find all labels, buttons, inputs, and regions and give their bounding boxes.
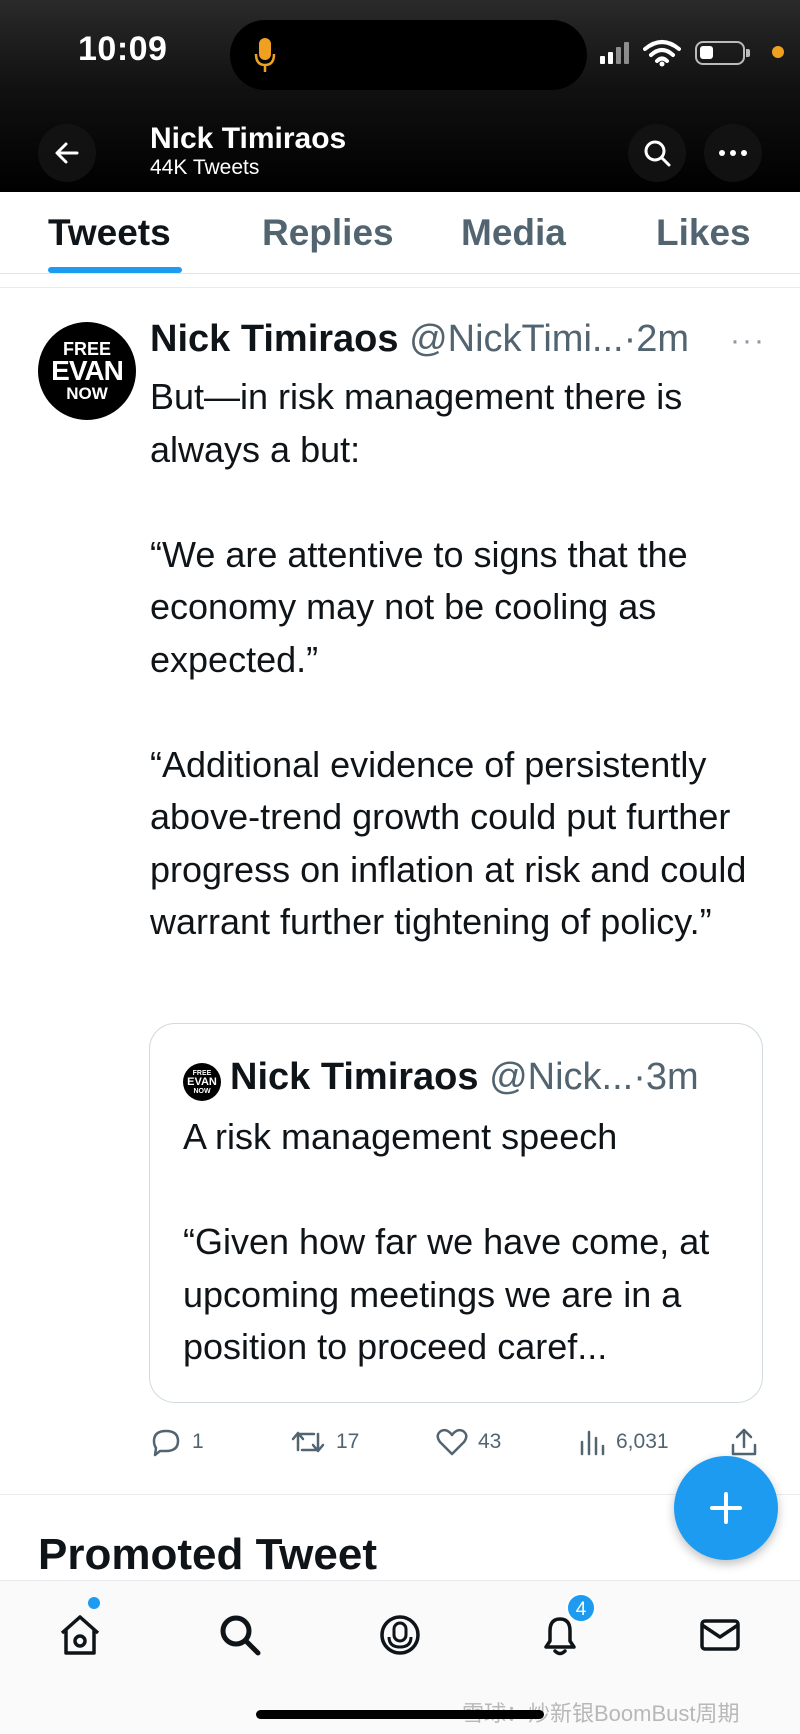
share-button[interactable] [730, 1424, 758, 1460]
tweet-text: But—in risk management there is always a… [150, 376, 747, 942]
quoted-tweet-author-name: Nick Timiraos [230, 1056, 479, 1098]
retweet-icon [291, 1431, 325, 1453]
like-button[interactable]: 43 [436, 1424, 501, 1460]
tab-tweets[interactable]: Tweets [48, 212, 171, 254]
tweet-author-handle[interactable]: @NickTimi... [409, 318, 623, 360]
quoted-tweet-header: Nick Timiraos @Nick...·3m [230, 1056, 699, 1099]
status-icons [600, 38, 750, 68]
tab-media[interactable]: Media [461, 212, 566, 254]
profile-header: 10:09 Nick Timiraos 44K Tweets [0, 0, 800, 192]
compose-tweet-button[interactable] [674, 1456, 778, 1560]
battery-icon [695, 41, 750, 65]
avatar[interactable]: FREE EVAN NOW [38, 322, 136, 420]
signal-icon [600, 42, 629, 64]
retweet-button[interactable]: 17 [290, 1424, 359, 1460]
quoted-avatar-text-line-3: NOW [193, 1088, 211, 1095]
reply-icon [152, 1429, 180, 1457]
tab-likes[interactable]: Likes [656, 212, 751, 254]
avatar-text-line-3: NOW [66, 384, 108, 403]
home-icon[interactable] [56, 1611, 104, 1659]
analytics-icon [580, 1430, 605, 1456]
back-button[interactable] [38, 124, 96, 182]
active-tab-indicator [48, 267, 182, 273]
status-time: 10:09 [78, 30, 168, 68]
header-profile-name: Nick Timiraos [150, 122, 347, 155]
promoted-tweet-heading: Promoted Tweet [38, 1530, 378, 1579]
spaces-icon[interactable] [376, 1611, 424, 1659]
home-unread-dot [88, 1597, 100, 1609]
search-icon[interactable] [216, 1611, 264, 1659]
search-icon [644, 140, 671, 167]
quoted-tweet-text: A risk management speech “Given how far … [183, 1116, 710, 1367]
microphone-icon [254, 38, 276, 72]
views-button[interactable]: 6,031 [578, 1424, 669, 1460]
dynamic-island [230, 20, 587, 90]
reply-button[interactable]: 1 [150, 1424, 204, 1460]
header-tweet-count: 44K Tweets [150, 156, 260, 179]
tweet-more-button[interactable]: ··· [730, 324, 766, 358]
quoted-tweet-timestamp: ·3m [633, 1056, 699, 1098]
wifi-icon [643, 40, 681, 67]
retweet-count: 17 [336, 1430, 360, 1453]
tweet-timestamp[interactable]: ·2m [624, 318, 689, 360]
divider [0, 287, 800, 288]
quoted-avatar-text-line-2: EVAN [187, 1076, 217, 1088]
like-count: 43 [478, 1430, 502, 1453]
tweet-author-name[interactable]: Nick Timiraos [150, 318, 399, 360]
arrow-left-icon [55, 142, 79, 164]
tweet-header: Nick Timiraos @NickTimi...·2m [150, 318, 689, 368]
notification-badge: 4 [566, 1593, 596, 1623]
reply-count: 1 [192, 1430, 204, 1453]
plus-icon [710, 1492, 742, 1524]
more-horizontal-icon [719, 150, 747, 156]
quoted-tweet-author-handle: @Nick... [489, 1056, 634, 1098]
mail-icon[interactable] [696, 1611, 744, 1659]
tab-replies[interactable]: Replies [262, 212, 394, 254]
avatar-text-line-2: EVAN [51, 355, 124, 386]
search-button[interactable] [628, 124, 686, 182]
quoted-tweet-card[interactable]: FREE EVAN NOW Nick Timiraos @Nick...·3m … [149, 1023, 763, 1403]
indicator-dot [772, 46, 784, 58]
share-icon [731, 1428, 757, 1456]
view-count: 6,031 [616, 1430, 669, 1453]
heart-icon [436, 1428, 468, 1456]
quoted-tweet-avatar: FREE EVAN NOW [183, 1063, 221, 1101]
more-options-button[interactable] [704, 124, 762, 182]
profile-tabs: Tweets Replies Media Likes [0, 192, 800, 274]
home-indicator[interactable] [256, 1710, 544, 1719]
